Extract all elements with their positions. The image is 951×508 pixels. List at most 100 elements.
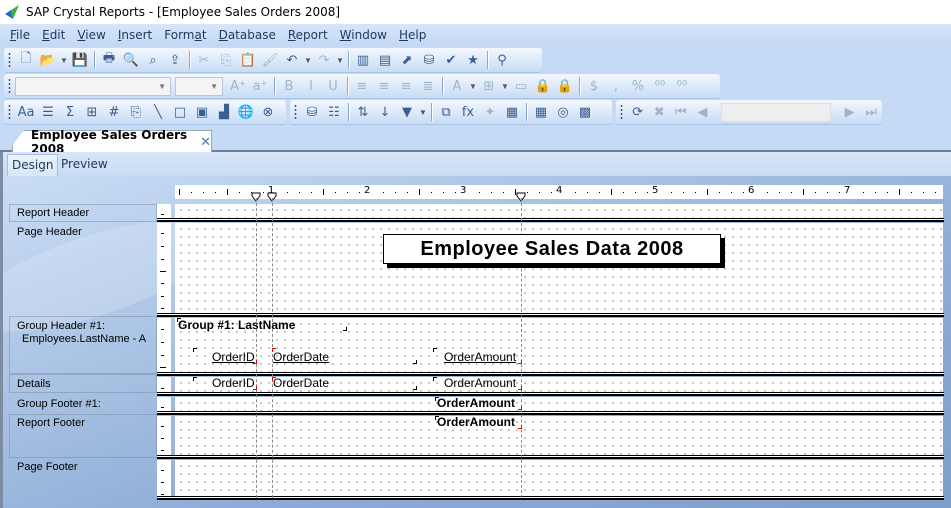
- first-page-icon[interactable]: ⏮: [670, 101, 692, 123]
- section-divider[interactable]: [157, 313, 944, 317]
- cut-icon[interactable]: ✂: [193, 49, 215, 71]
- insert-group-icon[interactable]: ☰: [37, 101, 59, 123]
- underline-icon[interactable]: U: [322, 75, 344, 97]
- undo-icon[interactable]: ↶: [281, 49, 303, 71]
- horizontal-ruler[interactable]: 1234567: [175, 185, 943, 202]
- section-label-page-header[interactable]: Page Header: [17, 226, 82, 239]
- save-icon[interactable]: 💾: [69, 49, 91, 71]
- toolbar-grip[interactable]: [8, 52, 11, 68]
- format-painter-icon[interactable]: 🖌: [259, 49, 281, 71]
- gh-orderid-heading[interactable]: OrderID: [212, 350, 255, 364]
- formula-workshop-icon[interactable]: fx: [457, 101, 479, 123]
- print-preview-icon[interactable]: 🔍: [120, 49, 142, 71]
- refresh-icon[interactable]: ⟳: [627, 101, 649, 123]
- chevron-down-icon[interactable]: ▼: [59, 56, 69, 65]
- gh-orderdate-heading[interactable]: OrderDate: [273, 350, 329, 364]
- group-footer-section[interactable]: [175, 397, 943, 411]
- increase-decimals-icon[interactable]: ⁰⁰: [649, 75, 671, 97]
- insert-box-icon[interactable]: □: [169, 101, 191, 123]
- menu-insert[interactable]: Insert: [112, 28, 158, 42]
- toolbar-grip[interactable]: [294, 104, 297, 120]
- field-explorer-icon[interactable]: ▤: [374, 49, 396, 71]
- section-divider[interactable]: [157, 392, 944, 396]
- page-number-field[interactable]: [721, 102, 831, 122]
- suppress-icon[interactable]: ▭: [510, 75, 532, 97]
- previous-page-icon[interactable]: ◀: [692, 101, 714, 123]
- highlighting-expert-icon[interactable]: ✦: [479, 101, 501, 123]
- italic-icon[interactable]: I: [300, 75, 322, 97]
- cross-tab-expert-icon[interactable]: ▦: [501, 101, 523, 123]
- toolbar-grip[interactable]: [8, 78, 11, 94]
- toolbar-grip[interactable]: [620, 104, 623, 120]
- section-label-report-footer[interactable]: Report Footer: [17, 417, 85, 430]
- workbench-icon[interactable]: ★: [462, 49, 484, 71]
- format-editor-icon[interactable]: ▦: [530, 101, 552, 123]
- print-icon[interactable]: 🖶: [98, 49, 120, 71]
- open-icon[interactable]: 📂: [37, 49, 59, 71]
- object-size-icon[interactable]: ▩: [574, 101, 596, 123]
- hyperlink-icon[interactable]: ◎: [552, 101, 574, 123]
- record-sort-expert-icon[interactable]: ↓: [374, 101, 396, 123]
- section-label-details[interactable]: Details: [17, 378, 51, 391]
- gh-orderamount-heading[interactable]: OrderAmount: [444, 350, 516, 364]
- rf-orderamount-summary[interactable]: OrderAmount: [437, 415, 515, 429]
- insert-picture-icon[interactable]: ▣: [191, 101, 213, 123]
- section-label-report-header[interactable]: Report Header: [17, 207, 89, 220]
- insert-text-object-icon[interactable]: Aa: [15, 101, 37, 123]
- database-expert-icon[interactable]: ⛁: [301, 101, 323, 123]
- group-sort-expert-icon[interactable]: ⇅: [352, 101, 374, 123]
- align-left-icon[interactable]: ≡: [351, 75, 373, 97]
- template-expert-icon[interactable]: ⧉: [435, 101, 457, 123]
- chevron-down-icon[interactable]: ▼: [335, 56, 345, 65]
- find-icon[interactable]: ⚲: [491, 49, 513, 71]
- repository-explorer-icon[interactable]: ⛁: [418, 49, 440, 71]
- thousands-icon[interactable]: ,: [605, 75, 627, 97]
- gf-orderamount-summary[interactable]: OrderAmount: [437, 396, 515, 410]
- page-footer-section[interactable]: [175, 460, 943, 498]
- chevron-down-icon[interactable]: ▼: [500, 82, 510, 91]
- section-divider[interactable]: [157, 455, 944, 459]
- tab-design[interactable]: Design: [7, 154, 59, 176]
- new-icon[interactable]: 🗋: [15, 49, 37, 71]
- menu-format[interactable]: Format: [158, 28, 212, 42]
- det-orderdate-field[interactable]: OrderDate: [273, 376, 329, 390]
- insert-olap-icon[interactable]: #: [103, 101, 125, 123]
- decrease-font-icon[interactable]: a⁺: [249, 75, 271, 97]
- stop-icon[interactable]: ✖: [648, 101, 670, 123]
- percent-icon[interactable]: %: [627, 75, 649, 97]
- section-label-group-header[interactable]: Group Header #1:: [17, 320, 105, 333]
- det-orderid-field[interactable]: OrderID: [212, 376, 255, 390]
- close-icon[interactable]: ✕: [200, 134, 211, 150]
- menu-database[interactable]: Database: [213, 28, 282, 42]
- section-label-group-footer[interactable]: Group Footer #1:: [17, 398, 101, 411]
- dependency-checker-icon[interactable]: ✔: [440, 49, 462, 71]
- report-explorer-icon[interactable]: ⬈: [396, 49, 418, 71]
- align-center-icon[interactable]: ≡: [373, 75, 395, 97]
- lock-size-icon[interactable]: 🔒: [554, 75, 576, 97]
- insert-chart-icon[interactable]: ▟: [213, 101, 235, 123]
- borders-icon[interactable]: ⊞: [478, 75, 500, 97]
- next-page-icon[interactable]: ▶: [839, 101, 861, 123]
- toolbar-grip[interactable]: [8, 104, 11, 120]
- export-icon[interactable]: ⇪: [164, 49, 186, 71]
- bold-icon[interactable]: B: [278, 75, 300, 97]
- select-expert-icon[interactable]: ▼: [396, 101, 418, 123]
- preview-sample-icon[interactable]: ⌕: [142, 49, 164, 71]
- redo-icon[interactable]: ↷: [313, 49, 335, 71]
- copy-icon[interactable]: ⎘: [215, 49, 237, 71]
- report-footer-section[interactable]: [175, 416, 943, 455]
- align-right-icon[interactable]: ≡: [395, 75, 417, 97]
- menu-file[interactable]: File: [4, 28, 36, 42]
- insert-map-icon[interactable]: 🌐: [235, 101, 257, 123]
- last-page-icon[interactable]: ⏭: [860, 101, 882, 123]
- tab-preview[interactable]: Preview: [57, 154, 112, 176]
- paste-icon[interactable]: 📋: [237, 49, 259, 71]
- section-divider[interactable]: [157, 496, 944, 500]
- currency-icon[interactable]: $: [583, 75, 605, 97]
- decrease-decimals-icon[interactable]: ⁰⁰: [671, 75, 693, 97]
- group-name-field[interactable]: Group #1: LastName: [178, 318, 295, 332]
- insert-summary-icon[interactable]: Σ: [59, 101, 81, 123]
- section-divider[interactable]: [157, 218, 944, 222]
- insert-line-icon[interactable]: ╲: [147, 101, 169, 123]
- document-tab[interactable]: Employee Sales Orders 2008 ✕: [12, 130, 212, 152]
